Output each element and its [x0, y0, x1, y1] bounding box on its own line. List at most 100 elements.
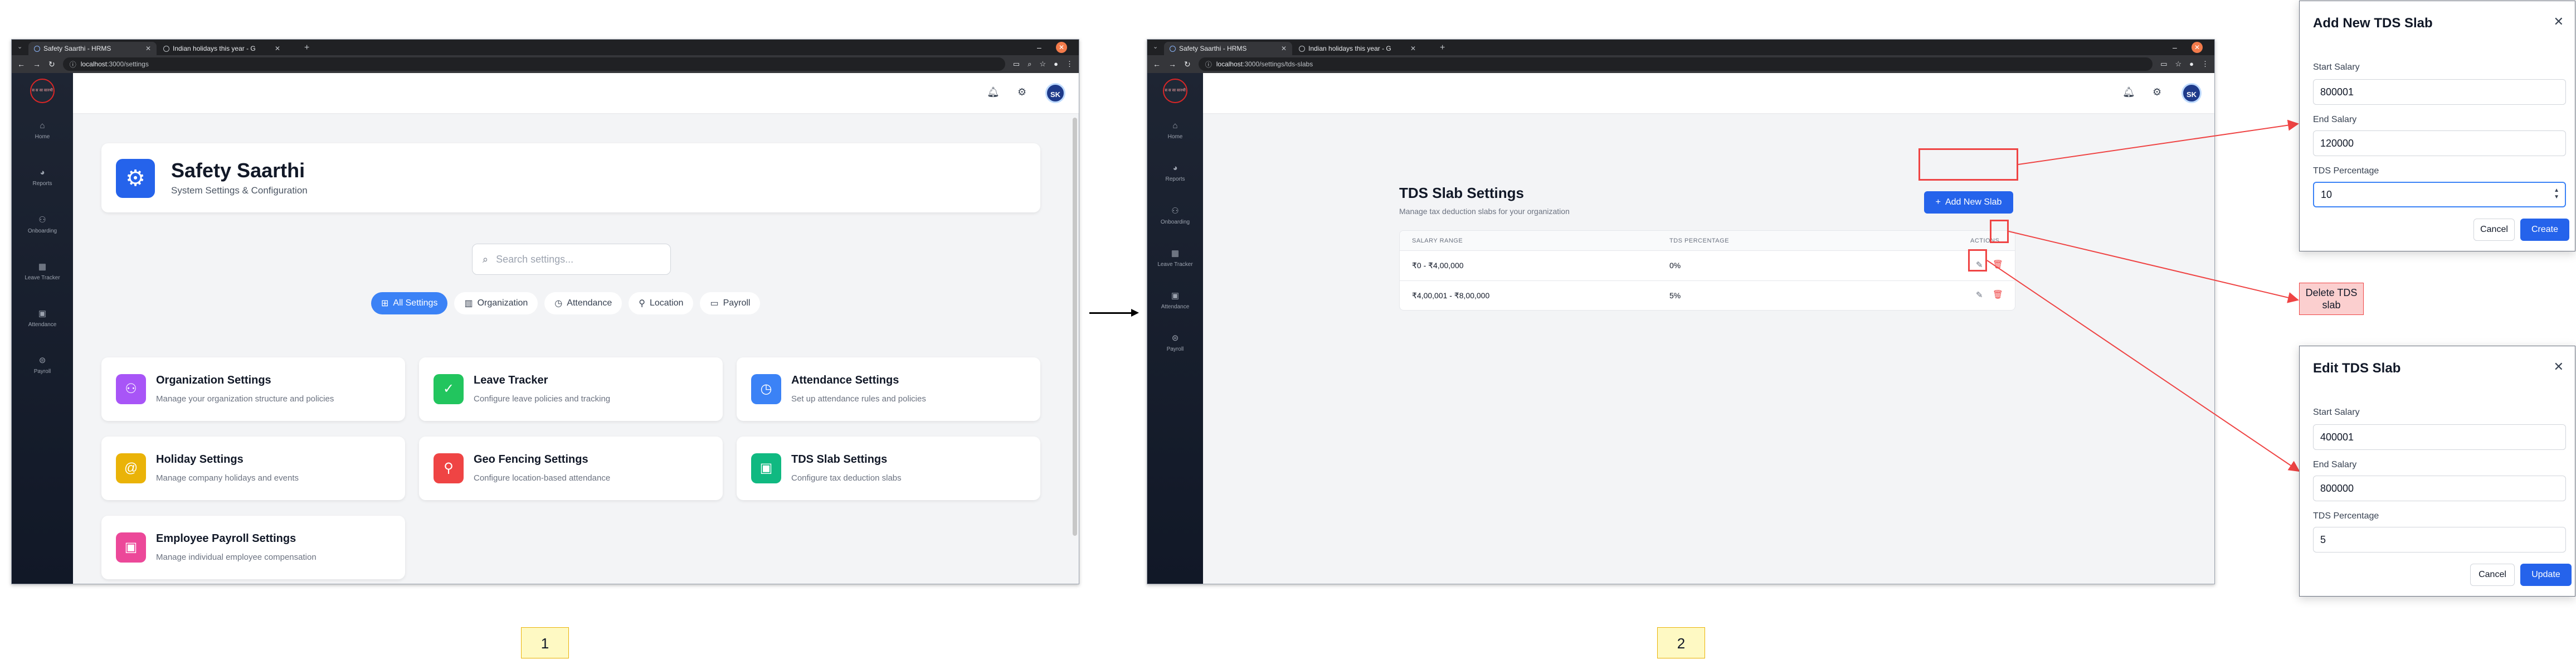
start-salary-input[interactable]: 400001 [2313, 424, 2566, 450]
add-new-slab-button[interactable]: + Add New Slab [1924, 191, 2013, 214]
tab-close-icon[interactable]: ✕ [1410, 45, 1416, 52]
create-button[interactable]: Create [2520, 219, 2569, 241]
site-info-icon[interactable]: ⓘ [1205, 60, 1212, 69]
filter-attendance[interactable]: ◷ Attendance [544, 292, 622, 314]
tds-percentage-input[interactable]: 5 [2313, 527, 2566, 553]
card-geo-fencing-settings[interactable]: ⚲ Geo Fencing Settings Configure locatio… [419, 437, 723, 500]
sidebar-item-home[interactable]: ⌂ Home [12, 121, 73, 140]
chip-label: All Settings [393, 298, 438, 308]
tab-search-icon[interactable]: ⌄ [17, 43, 22, 50]
browser-tab-hrms[interactable]: Safety Saarthi - HRMS ✕ [1164, 42, 1292, 55]
column-header-salary-range: SALARY RANGE [1412, 238, 1463, 244]
bookmark-star-icon[interactable]: ☆ [2175, 60, 2181, 69]
gear-icon[interactable]: ⚙ [1017, 86, 1026, 98]
url-field[interactable]: ⓘ localhost:3000/settings [62, 57, 1005, 71]
delete-trash-icon[interactable]: 🗑︎ [1993, 289, 2003, 299]
edit-pencil-icon[interactable]: ✎ [1976, 290, 1983, 300]
forward-arrow-icon[interactable]: → [33, 60, 41, 69]
filter-organization[interactable]: ▥ Organization [454, 292, 538, 314]
gear-icon[interactable]: ⚙ [2153, 86, 2161, 98]
card-leave-tracker[interactable]: ✓ Leave Tracker Configure leave policies… [419, 357, 723, 421]
new-tab-plus-icon[interactable]: + [1440, 43, 1445, 53]
update-button[interactable]: Update [2520, 564, 2572, 586]
card-attendance-settings[interactable]: ◷ Attendance Settings Set up attendance … [737, 357, 1040, 421]
sidebar-item-payroll[interactable]: ⊜ Payroll [12, 355, 73, 375]
sidebar-item-attendance[interactable]: ▣ Attendance [1147, 290, 1203, 310]
close-icon[interactable]: ✕ [2554, 14, 2564, 29]
tds-percentage-input[interactable]: 10 ▲ ▼ [2313, 182, 2566, 207]
minimize-icon[interactable]: – [1037, 43, 1041, 52]
browser-tab-holidays[interactable]: Indian holidays this year - G ✕ [158, 42, 286, 55]
settings-header-card: ⚙ Safety Saarthi System Settings & Confi… [101, 143, 1040, 212]
profile-icon[interactable]: ● [1054, 60, 1058, 69]
pie-chart-icon: ◕ [1172, 163, 1178, 173]
filter-all-settings[interactable]: ⊞ All Settings [371, 292, 448, 314]
minimize-icon[interactable]: – [2173, 43, 2177, 52]
filter-payroll[interactable]: ▭ Payroll [700, 292, 761, 314]
sidebar-item-reports[interactable]: ◕ Reports [12, 168, 73, 187]
browser-window-tds-slabs: ⌄ Safety Saarthi - HRMS ✕ Indian holiday… [1147, 39, 2215, 584]
reload-icon[interactable]: ↻ [1184, 60, 1191, 69]
bell-icon[interactable]: 🔔︎ [2122, 86, 2135, 98]
tds-percentage-label: TDS Percentage [2313, 166, 2379, 176]
sidebar-item-payroll[interactable]: ⊜ Payroll [1147, 333, 1203, 352]
new-tab-plus-icon[interactable]: + [304, 43, 309, 53]
browser-menu-icon[interactable]: ⋮ [1066, 60, 1073, 69]
url-field[interactable]: ⓘ localhost:3000/settings/tds-slabs [1198, 57, 2153, 71]
chip-label: Payroll [723, 298, 751, 308]
filter-location[interactable]: ⚲ Location [629, 292, 694, 314]
card-organization-settings[interactable]: ⚇ Organization Settings Manage your orga… [101, 357, 405, 421]
bell-icon[interactable]: 🔔︎ [987, 86, 1000, 98]
bookmark-star-icon[interactable]: ☆ [1039, 60, 1046, 69]
tab-close-icon[interactable]: ✕ [1281, 45, 1287, 52]
cancel-button[interactable]: Cancel [2473, 219, 2515, 241]
close-icon[interactable]: ✕ [2554, 360, 2564, 374]
start-salary-input[interactable]: 800001 [2313, 79, 2566, 105]
sidebar-item-home[interactable]: ⌂ Home [1147, 121, 1203, 140]
delete-trash-icon[interactable]: 🗑︎ [1993, 259, 2003, 269]
cast-icon[interactable]: ▭ [1013, 60, 1020, 69]
tab-close-icon[interactable]: ✕ [275, 45, 280, 52]
sidebar-item-attendance[interactable]: ▣ Attendance [12, 308, 73, 328]
card-employee-payroll-settings[interactable]: ▣ Employee Payroll Settings Manage indiv… [101, 516, 405, 579]
browser-tab-hrms[interactable]: Safety Saarthi - HRMS ✕ [28, 42, 157, 55]
sidebar-item-leave-tracker[interactable]: ▦ Leave Tracker [1147, 248, 1203, 268]
tab-close-icon[interactable]: ✕ [145, 45, 151, 52]
cancel-button[interactable]: Cancel [2470, 564, 2515, 586]
window-close-icon[interactable]: ✕ [1056, 42, 1067, 53]
card-holiday-settings[interactable]: @ Holiday Settings Manage company holida… [101, 437, 405, 500]
window-close-icon[interactable]: ✕ [2192, 42, 2203, 53]
browser-tab-holidays[interactable]: Indian holidays this year - G ✕ [1293, 42, 1421, 55]
sidebar-item-leave-tracker[interactable]: ▦ Leave Tracker [12, 261, 73, 281]
search-settings-input[interactable]: ⌕ Search settings... [472, 244, 671, 275]
back-arrow-icon[interactable]: ← [1153, 60, 1161, 69]
end-salary-input[interactable]: 120000 [2313, 130, 2566, 156]
company-logo[interactable]: स स सा सारथी [1163, 79, 1187, 103]
sidebar-item-onboarding[interactable]: ⚇ Onboarding [1147, 206, 1203, 225]
end-salary-input[interactable]: 800000 [2313, 476, 2566, 501]
number-stepper-icon[interactable]: ▲ ▼ [2554, 187, 2559, 201]
page-scrollbar[interactable] [1072, 118, 1078, 580]
app-area: स स सा सारथी ⌂ Home ◕ Reports ⚇ Onboarding … [1147, 73, 2214, 584]
card-tds-slab-settings[interactable]: ▣ TDS Slab Settings Configure tax deduct… [737, 437, 1040, 500]
scrollbar-thumb[interactable] [1073, 118, 1077, 536]
cast-icon[interactable]: ▭ [2160, 60, 2167, 69]
avatar[interactable]: SK [1045, 83, 1065, 103]
profile-icon[interactable]: ● [2189, 60, 2194, 69]
end-salary-label: End Salary [2313, 115, 2357, 124]
browser-menu-icon[interactable]: ⋮ [2202, 60, 2209, 69]
sidebar-item-reports[interactable]: ◕ Reports [1147, 163, 1203, 182]
company-logo[interactable]: स स सा सारथी [30, 79, 55, 103]
forward-arrow-icon[interactable]: → [1168, 60, 1176, 69]
users-icon: ⚇ [1171, 206, 1179, 216]
avatar[interactable]: SK [2181, 83, 2202, 103]
site-info-icon[interactable]: ⓘ [70, 60, 76, 69]
sidebar-item-onboarding[interactable]: ⚇ Onboarding [12, 215, 73, 234]
zoom-icon[interactable]: ⌕ [1028, 60, 1031, 69]
reload-icon[interactable]: ↻ [48, 60, 55, 69]
tab-search-icon[interactable]: ⌄ [1153, 43, 1158, 50]
back-arrow-icon[interactable]: ← [17, 60, 25, 69]
leave-check-icon: ✓ [434, 374, 464, 404]
card-description: Set up attendance rules and policies [791, 394, 926, 404]
settings-gear-icon: ⚙ [116, 159, 155, 198]
